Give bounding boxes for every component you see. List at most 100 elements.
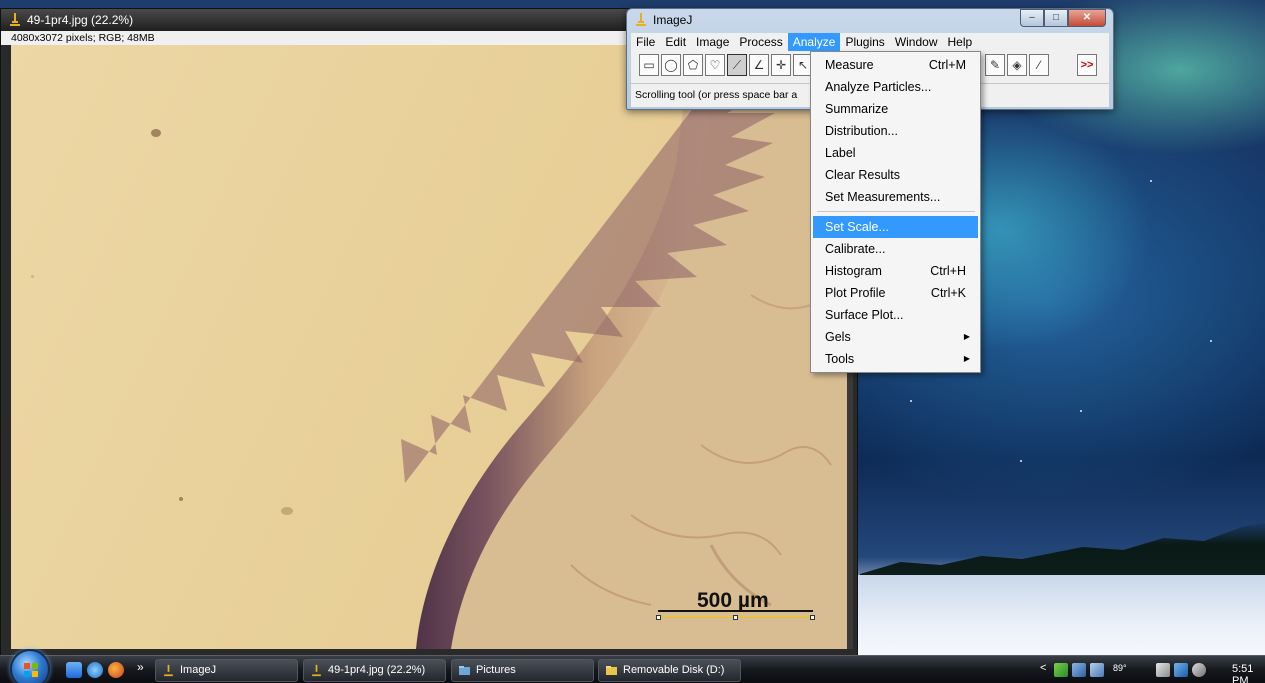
menu-item-shortcut: Ctrl+H bbox=[930, 264, 966, 278]
imagej-microscope-icon bbox=[636, 13, 646, 26]
menu-item-histogram[interactable]: Histogram Ctrl+H bbox=[813, 260, 978, 282]
battery-tray-icon[interactable] bbox=[1156, 663, 1170, 677]
menu-help[interactable]: Help bbox=[943, 33, 978, 51]
taskbar-button-label: Removable Disk (D:) bbox=[623, 664, 725, 676]
windows-logo-icon bbox=[24, 663, 38, 677]
menu-process[interactable]: Process bbox=[734, 33, 787, 51]
point-tool-icon[interactable]: ✛ bbox=[771, 54, 791, 76]
polygon-tool-icon[interactable]: ⬠ bbox=[683, 54, 703, 76]
firefox-icon[interactable] bbox=[108, 662, 124, 678]
oval-tool-icon[interactable]: ◯ bbox=[661, 54, 681, 76]
dropper-tool-icon[interactable]: ⁄ bbox=[1029, 54, 1049, 76]
folder-icon bbox=[606, 666, 617, 675]
imagej-icon bbox=[312, 664, 321, 677]
menu-item-label: Summarize bbox=[825, 102, 889, 116]
close-button[interactable]: ✕ bbox=[1068, 9, 1106, 27]
selection-handle-mid[interactable] bbox=[733, 615, 738, 620]
menu-window[interactable]: Window bbox=[890, 33, 943, 51]
selection-handle-start[interactable] bbox=[656, 615, 661, 620]
network-connection-tray-icon[interactable] bbox=[1174, 663, 1188, 677]
imagej-menubar: File Edit Image Process Analyze Plugins … bbox=[631, 33, 1109, 51]
star bbox=[1150, 180, 1152, 182]
show-desktop-icon[interactable] bbox=[66, 662, 82, 678]
imagej-window-title: ImageJ bbox=[653, 13, 693, 27]
menu-item-label: Gels bbox=[825, 330, 851, 344]
debris-speck bbox=[151, 129, 161, 137]
system-tray: < 89° 5:51 PM bbox=[1040, 656, 1265, 683]
menu-analyze[interactable]: Analyze bbox=[787, 33, 841, 51]
line-tool-icon[interactable]: ⟋ bbox=[727, 54, 747, 76]
snow-field bbox=[858, 575, 1265, 655]
menu-item-label: Analyze Particles... bbox=[825, 80, 932, 94]
submenu-arrow-icon: ▶ bbox=[963, 332, 970, 341]
taskbar-button-image[interactable]: 49-1pr4.jpg (22.2%) bbox=[303, 659, 446, 682]
menu-item-set-measurements[interactable]: Set Measurements... bbox=[813, 186, 978, 208]
rectangle-tool-icon[interactable]: ▭ bbox=[639, 54, 659, 76]
menu-item-label: Surface Plot... bbox=[825, 308, 904, 322]
volume-tray-icon[interactable] bbox=[1192, 663, 1206, 677]
menu-item-label: Set Measurements... bbox=[825, 190, 941, 204]
flood-fill-tool-icon[interactable]: ◈ bbox=[1007, 54, 1027, 76]
scale-bar bbox=[658, 610, 813, 612]
menu-item-tools[interactable]: Tools ▶ bbox=[813, 348, 978, 370]
menu-item-set-scale[interactable]: Set Scale... bbox=[813, 216, 978, 238]
brush-tool-icon[interactable]: ✎ bbox=[985, 54, 1005, 76]
debris-speck bbox=[31, 275, 34, 278]
minimize-button[interactable]: – bbox=[1020, 9, 1044, 27]
taskbar: » ImageJ 49-1pr4.jpg (22.2%) Pictures Re… bbox=[0, 649, 1265, 683]
analyze-dropdown-menu: Measure Ctrl+M Analyze Particles... Summ… bbox=[810, 51, 981, 373]
forest-treeline bbox=[860, 523, 1265, 580]
menu-item-summarize[interactable]: Summarize bbox=[813, 98, 978, 120]
more-tools-button[interactable]: >> bbox=[1077, 54, 1097, 76]
menu-separator bbox=[817, 211, 975, 212]
star bbox=[910, 400, 912, 402]
angle-tool-icon[interactable]: ∠ bbox=[749, 54, 769, 76]
display-tray-icon[interactable] bbox=[1072, 663, 1086, 677]
quicklaunch-chevron-icon[interactable]: » bbox=[137, 660, 144, 674]
menu-item-clear-results[interactable]: Clear Results bbox=[813, 164, 978, 186]
menu-item-surface-plot[interactable]: Surface Plot... bbox=[813, 304, 978, 326]
taskbar-button-imagej[interactable]: ImageJ bbox=[155, 659, 298, 682]
menu-item-label: Plot Profile bbox=[825, 286, 886, 300]
menu-item-analyze-particles[interactable]: Analyze Particles... bbox=[813, 76, 978, 98]
menu-item-gels[interactable]: Gels ▶ bbox=[813, 326, 978, 348]
taskbar-button-label: 49-1pr4.jpg (22.2%) bbox=[328, 664, 426, 676]
internet-explorer-icon[interactable] bbox=[87, 662, 103, 678]
menu-item-label-cmd[interactable]: Label bbox=[813, 142, 978, 164]
menu-plugins[interactable]: Plugins bbox=[840, 33, 889, 51]
menu-item-label: Tools bbox=[825, 352, 855, 366]
taskbar-button-pictures[interactable]: Pictures bbox=[451, 659, 594, 682]
menu-item-label: Set Scale... bbox=[825, 220, 889, 234]
taskbar-clock[interactable]: 5:51 PM bbox=[1232, 663, 1265, 683]
folder-icon bbox=[459, 666, 470, 675]
menu-item-label: Histogram bbox=[825, 264, 882, 278]
image-canvas[interactable]: 500 µm bbox=[11, 45, 847, 649]
menu-item-label: Clear Results bbox=[825, 168, 901, 182]
menu-item-shortcut: Ctrl+M bbox=[928, 58, 966, 72]
taskbar-button-label: Pictures bbox=[476, 664, 516, 676]
tray-expand-chevron-icon[interactable]: < bbox=[1040, 662, 1046, 674]
star bbox=[1210, 340, 1212, 342]
menu-edit[interactable]: Edit bbox=[660, 33, 691, 51]
menu-item-measure[interactable]: Measure Ctrl+M bbox=[813, 54, 978, 76]
network-tray-icon[interactable] bbox=[1054, 663, 1068, 677]
imagej-icon bbox=[164, 664, 173, 677]
start-button[interactable] bbox=[10, 649, 50, 683]
menu-item-plot-profile[interactable]: Plot Profile Ctrl+K bbox=[813, 282, 978, 304]
freehand-tool-icon[interactable]: ♡ bbox=[705, 54, 725, 76]
taskbar-button-label: ImageJ bbox=[180, 664, 217, 676]
menu-image[interactable]: Image bbox=[691, 33, 734, 51]
monitor-tray-icon[interactable] bbox=[1090, 663, 1104, 677]
menu-item-label: Distribution... bbox=[825, 124, 898, 138]
tissue-micrograph bbox=[401, 45, 847, 649]
star bbox=[1080, 410, 1082, 412]
image-window-title: 49-1pr4.jpg (22.2%) bbox=[27, 13, 134, 27]
selection-handle-end[interactable] bbox=[810, 615, 815, 620]
menu-file[interactable]: File bbox=[631, 33, 660, 51]
debris-speck bbox=[281, 507, 293, 515]
taskbar-button-removable-disk[interactable]: Removable Disk (D:) bbox=[598, 659, 741, 682]
maximize-button[interactable]: □ bbox=[1044, 9, 1068, 27]
menu-item-distribution[interactable]: Distribution... bbox=[813, 120, 978, 142]
submenu-arrow-icon: ▶ bbox=[963, 354, 970, 363]
menu-item-calibrate[interactable]: Calibrate... bbox=[813, 238, 978, 260]
